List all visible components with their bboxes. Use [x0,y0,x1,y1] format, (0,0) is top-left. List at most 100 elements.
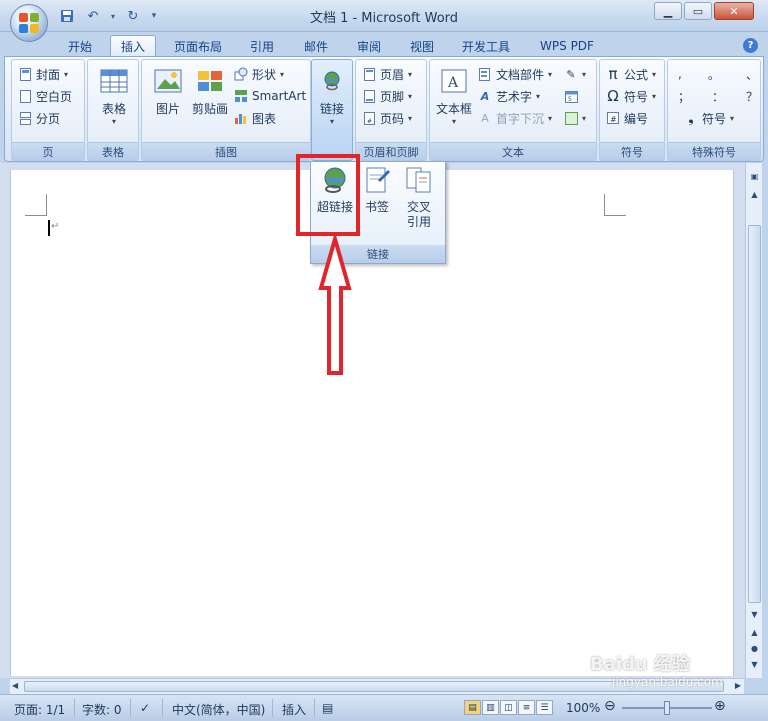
svg-text:5: 5 [568,96,572,103]
zoom-out-icon[interactable]: ⊖ [604,698,616,714]
zoom-in-icon[interactable]: ⊕ [714,698,726,714]
tab-review[interactable]: 审阅 [347,35,391,57]
comma-char[interactable]: , [678,67,682,81]
smartart-icon [234,89,248,103]
status-separator [314,699,315,717]
close-button[interactable]: ✕ [714,2,754,20]
scroll-right-arrow[interactable]: ▶ [735,681,741,690]
header-button[interactable]: 页眉 ▾ [362,64,412,84]
macro-record-icon[interactable]: ▤ [322,701,333,715]
baidu-watermark-url: jingyan.baidu.com [612,675,723,689]
date-time-icon: 5 [564,89,578,103]
full-screen-view-icon[interactable]: ▥ [482,700,499,715]
object-button[interactable]: ▾ [564,108,586,128]
numbering-button[interactable]: # 编号 [606,108,648,128]
picture-button[interactable]: 图片 [146,66,190,117]
outline-view-icon[interactable]: ≡ [518,700,535,715]
cross-reference-button[interactable]: 交叉 引用 [399,166,439,230]
clipart-button[interactable]: 剪贴画 [188,66,232,117]
web-layout-view-icon[interactable]: ◫ [500,700,517,715]
group-pages: 封面 ▾ 空白页 分页 页 [11,59,85,161]
footer-button[interactable]: 页脚 ▾ [362,86,412,106]
group-links: 链接 ▾ [311,59,353,161]
group-text: A 文本框 ▾ 文档部件 ▾ A 艺术字 ▾ A 首字下沉 ▾ ✎ ▾ 5 ▾ 文本 [429,59,597,161]
tab-view[interactable]: 视图 [400,35,444,57]
signature-line-button[interactable]: ✎ ▾ [564,64,586,84]
links-button[interactable]: 链接 ▾ [312,66,352,126]
scroll-down-arrow[interactable]: ▼ [748,607,761,621]
status-language[interactable]: 中文(简体，中国) [172,701,265,718]
wordart-button[interactable]: A 艺术字 ▾ [478,86,540,106]
pi-icon: π [608,65,618,83]
symbol-button[interactable]: Ω 符号 ▾ [606,86,656,106]
scroll-left-arrow[interactable]: ◀ [12,681,18,690]
tab-home[interactable]: 开始 [60,35,100,57]
proofing-icon[interactable]: ✓ [140,701,150,715]
date-time-button[interactable]: 5 [564,86,578,106]
tab-page-layout[interactable]: 页面布局 [165,35,231,57]
ruler-toggle-icon[interactable]: ▣ [748,169,761,183]
group-symbols: π 公式 ▾ Ω 符号 ▾ # 编号 符号 [599,59,665,161]
maximize-button[interactable]: ▭ [684,2,712,20]
window-controls: ▁ ▭ ✕ [654,2,754,20]
zoom-slider-thumb[interactable] [664,701,670,715]
hyperlink-highlight-box [296,154,360,236]
vertical-scrollbar[interactable]: ▣ ▲ ▼ ▲ ● ▼ [745,163,762,678]
omega-icon: Ω [607,87,619,105]
pointer-up-arrow-icon [318,236,352,375]
question-char[interactable]: ？ [746,88,758,105]
tab-wps-pdf[interactable]: WPS PDF [530,35,604,57]
tab-insert[interactable]: 插入 [110,35,156,57]
margin-corner-top-left [25,194,47,216]
group-label-tables: 表格 [88,142,138,160]
status-insert-mode[interactable]: 插入 [282,701,306,718]
bookmark-button[interactable]: 书签 [357,166,397,215]
period-char[interactable]: 。 [708,66,720,83]
tab-references[interactable]: 引用 [240,35,284,57]
colon-char[interactable]: ： [712,88,724,105]
next-page-icon[interactable]: ▼ [748,657,761,671]
office-logo-icon [19,13,39,33]
help-icon[interactable]: ? [743,38,758,53]
equation-button[interactable]: π 公式 ▾ [606,64,656,84]
wordart-icon: A [480,89,490,103]
chart-button[interactable]: 图表 [234,108,276,128]
vertical-scroll-thumb[interactable] [748,225,761,603]
status-zoom-level[interactable]: 100% [566,701,600,715]
group-illustrations: 图片 剪贴画 形状 ▾ SmartArt 图表 插图 [141,59,311,161]
semicolon-char[interactable]: ； [678,88,690,105]
minimize-button[interactable]: ▁ [654,2,682,20]
print-layout-view-icon[interactable]: ▤ [464,700,481,715]
blank-page-button[interactable]: 空白页 [18,86,72,106]
shapes-button[interactable]: 形状 ▾ [234,64,284,84]
cover-page-button[interactable]: 封面 ▾ [18,64,68,84]
tab-developer[interactable]: 开发工具 [453,35,519,57]
footer-icon [362,89,376,103]
special-symbol-button[interactable]: ❟ 符号 ▾ [684,108,734,128]
group-label-header-footer: 页眉和页脚 [356,142,426,160]
ribbon: 封面 ▾ 空白页 分页 页 表格 ▾ 表格 图片 剪贴画 形状 ▾ SmartA… [4,56,764,162]
tab-mailings[interactable]: 邮件 [294,35,338,57]
smartart-button[interactable]: SmartArt [234,86,306,106]
status-word-count[interactable]: 字数: 0 [82,701,122,718]
table-button[interactable]: 表格 ▾ [92,66,136,126]
browse-object-icon[interactable]: ● [748,641,761,655]
status-page-count[interactable]: 页面: 1/1 [14,701,65,718]
page-break-button[interactable]: 分页 [18,108,60,128]
group-label-symbols: 符号 [600,142,664,160]
enum-comma-char[interactable]: 、 [746,66,758,83]
draft-view-icon[interactable]: ☰ [536,700,553,715]
link-globe-icon [317,66,347,96]
page-break-icon [18,111,32,125]
blank-page-icon [18,89,32,103]
dropcap-button[interactable]: A 首字下沉 ▾ [478,108,552,128]
status-separator [130,699,131,717]
previous-page-icon[interactable]: ▲ [748,625,761,639]
quick-parts-button[interactable]: 文档部件 ▾ [478,64,552,84]
scroll-up-arrow[interactable]: ▲ [748,187,761,201]
table-icon [99,66,129,96]
page-number-button[interactable]: # 页码 ▾ [362,108,412,128]
status-separator [162,699,163,717]
office-button[interactable] [10,4,48,42]
textbox-button[interactable]: A 文本框 ▾ [432,66,476,126]
